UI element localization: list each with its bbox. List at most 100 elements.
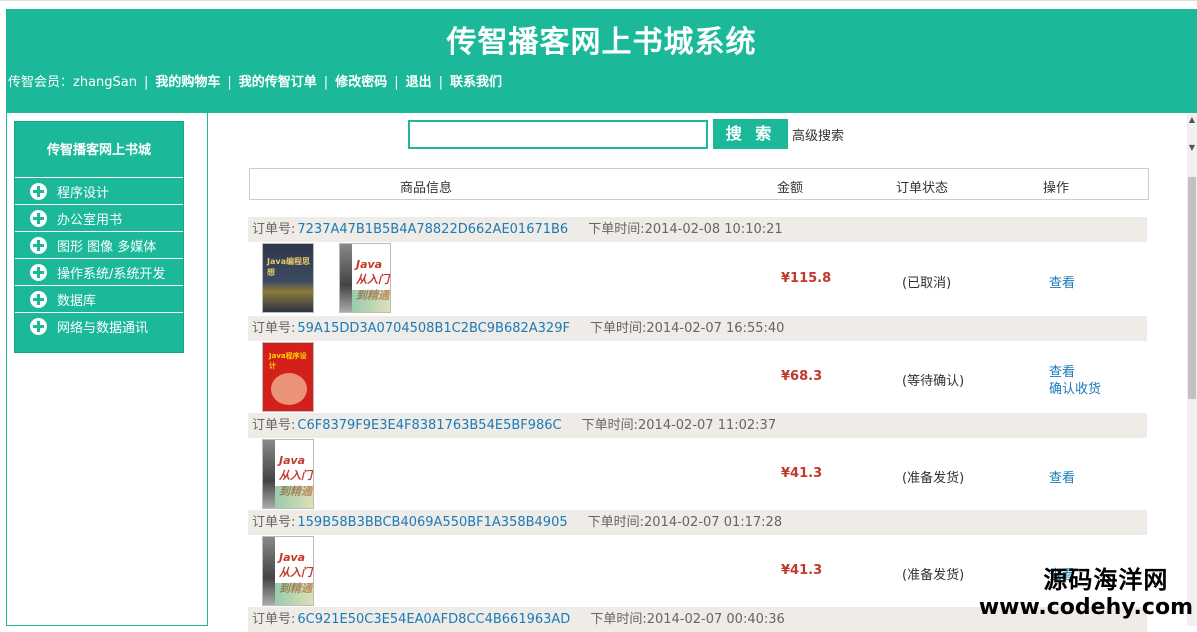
site-header: 传智播客网上书城系统 传智会员：zhangSan | 我的购物车 | 我的传智订单 | 修改… xyxy=(6,9,1197,113)
cover-art xyxy=(352,290,391,312)
book-cover[interactable]: Java编程思想 xyxy=(262,243,314,313)
advanced-search-link[interactable]: 高级搜索 xyxy=(792,125,844,144)
order-time: 2014-02-07 16:55:40 xyxy=(646,321,784,336)
category-item-office[interactable]: 办公室用书 xyxy=(15,204,183,231)
cover-stripe xyxy=(263,537,275,605)
nav-separator: | xyxy=(394,75,398,90)
category-label: 程序设计 xyxy=(57,182,109,201)
order-status: (准备发货) xyxy=(902,467,964,486)
category-label: 操作系统/系统开发 xyxy=(57,263,165,282)
nav-contact-link[interactable]: 联系我们 xyxy=(450,75,502,90)
order-time: 2014-02-08 10:10:21 xyxy=(645,222,783,237)
book-cover[interactable]: Java 从入门到精通 xyxy=(339,243,391,313)
category-menu: 传智播客网上书城 程序设计 办公室用书 图形 图像 多媒体 操作系统/系统开发 … xyxy=(14,121,184,353)
category-label: 数据库 xyxy=(57,290,96,309)
order-amount: ¥41.3 xyxy=(781,563,822,578)
vertical-scrollbar[interactable]: ▲ ▼ xyxy=(1187,113,1197,626)
order-time-label: 下单时间: xyxy=(590,321,646,336)
cover-stripe xyxy=(263,440,275,508)
nav-separator: | xyxy=(439,75,443,90)
order-header: 订单号:C6F8379F9E3E4F8381763B54E5BF986C 下单时间… xyxy=(248,413,1147,438)
order-id[interactable]: 59A15DD3A0704508B1C2BC9B682A329F xyxy=(297,321,570,336)
order-status: (已取消) xyxy=(902,272,951,291)
order-id[interactable]: 159B58B3BBCB4069A550BF1A358B4905 xyxy=(297,515,567,530)
cover-art xyxy=(275,486,314,508)
plus-icon xyxy=(30,210,47,227)
order-id[interactable]: 7237A47B1B5B4A78822D662AE01671B6 xyxy=(297,222,568,237)
member-label: 传智会员：zhangSan xyxy=(8,75,137,90)
plus-icon xyxy=(30,318,47,335)
category-menu-title: 传智播客网上书城 xyxy=(15,122,183,177)
category-item-database[interactable]: 数据库 xyxy=(15,285,183,312)
order-id-label: 订单号: xyxy=(252,418,295,433)
scroll-down-arrow-icon[interactable]: ▼ xyxy=(1187,141,1197,155)
order-id-label: 订单号: xyxy=(252,612,295,627)
category-item-programming[interactable]: 程序设计 xyxy=(15,177,183,204)
top-border xyxy=(0,0,1197,8)
site-title: 传智播客网上书城系统 xyxy=(6,17,1197,61)
category-label: 网络与数据通讯 xyxy=(57,317,148,336)
category-item-os[interactable]: 操作系统/系统开发 xyxy=(15,258,183,285)
left-sidebar: 传智播客网上书城 程序设计 办公室用书 图形 图像 多媒体 操作系统/系统开发 … xyxy=(6,113,208,626)
category-label: 图形 图像 多媒体 xyxy=(57,236,156,255)
search-button[interactable]: 搜 索 xyxy=(713,119,788,149)
header-order-status: 订单状态 xyxy=(896,177,948,196)
order-amount: ¥68.3 xyxy=(781,369,822,384)
order-id[interactable]: C6F8379F9E3E4F8381763B54E5BF986C xyxy=(297,418,561,433)
order-id[interactable]: 6C921E50C3E54EA0AFD8CC4B661963AD xyxy=(297,612,570,627)
nav-logout-link[interactable]: 退出 xyxy=(406,75,432,90)
cover-art xyxy=(275,583,314,605)
header-amount: 金额 xyxy=(777,177,803,196)
nav-orders-link[interactable]: 我的传智订单 xyxy=(239,75,317,90)
plus-icon xyxy=(30,264,47,281)
book-cover[interactable]: Java 从入门到精通 xyxy=(262,439,314,509)
order-time: 2014-02-07 01:17:28 xyxy=(644,515,782,530)
watermark-url: www.codehy.com xyxy=(979,595,1193,620)
order-time-label: 下单时间: xyxy=(588,515,644,530)
book-cover-title: Java程序设计 xyxy=(269,351,313,371)
nav-separator: | xyxy=(227,75,231,90)
order-time-label: 下单时间: xyxy=(588,222,644,237)
order-id-label: 订单号: xyxy=(252,321,295,336)
order-id-label: 订单号: xyxy=(252,222,295,237)
order-status: (等待确认) xyxy=(902,370,964,389)
plus-icon xyxy=(30,183,47,200)
confirm-receipt-link[interactable]: 确认收货 xyxy=(1049,378,1101,397)
order-time-label: 下单时间: xyxy=(590,612,646,627)
order-status: (准备发货) xyxy=(902,564,964,583)
header-product-info: 商品信息 xyxy=(400,177,452,196)
view-order-link[interactable]: 查看 xyxy=(1049,272,1075,291)
book-cover-title: Java编程思想 xyxy=(267,256,313,278)
plus-icon xyxy=(30,237,47,254)
order-time: 2014-02-07 00:40:36 xyxy=(647,612,785,627)
order-time-label: 下单时间: xyxy=(582,418,638,433)
nav-cart-link[interactable]: 我的购物车 xyxy=(155,75,220,90)
order-amount: ¥41.3 xyxy=(781,466,822,481)
order-time: 2014-02-07 11:02:37 xyxy=(638,418,776,433)
book-cover[interactable]: Java 从入门到精通 xyxy=(262,536,314,606)
search-input[interactable] xyxy=(408,120,708,149)
scroll-up-arrow-icon[interactable]: ▲ xyxy=(1187,113,1197,127)
user-nav-bar: 传智会员：zhangSan | 我的购物车 | 我的传智订单 | 修改密码 | 退出 | 联系我们 xyxy=(8,71,502,90)
watermark-name: 源码海洋网 xyxy=(1019,560,1193,595)
header-actions: 操作 xyxy=(1043,177,1069,196)
orders-table-header: 商品信息 金额 订单状态 操作 xyxy=(249,168,1149,200)
category-item-network[interactable]: 网络与数据通讯 xyxy=(15,312,183,339)
watermark: 源码海洋网 www.codehy.com xyxy=(979,560,1193,620)
order-id-label: 订单号: xyxy=(252,515,295,530)
view-order-link[interactable]: 查看 xyxy=(1049,467,1075,486)
cover-stripe xyxy=(340,244,352,312)
scroll-thumb[interactable] xyxy=(1188,177,1196,399)
order-header: 订单号:59A15DD3A0704508B1C2BC9B682A329F 下单时间… xyxy=(248,316,1147,341)
nav-change-password-link[interactable]: 修改密码 xyxy=(335,75,387,90)
cover-art xyxy=(271,373,307,405)
nav-separator: | xyxy=(144,75,148,90)
order-header: 订单号:159B58B3BBCB4069A550BF1A358B4905 下单时间… xyxy=(248,510,1147,535)
order-amount: ¥115.8 xyxy=(781,271,831,286)
plus-icon xyxy=(30,291,47,308)
category-item-graphics[interactable]: 图形 图像 多媒体 xyxy=(15,231,183,258)
nav-separator: | xyxy=(324,75,328,90)
book-cover[interactable]: Java程序设计 xyxy=(262,342,314,412)
order-header: 订单号:7237A47B1B5B4A78822D662AE01671B6 下单时间… xyxy=(248,217,1147,242)
category-label: 办公室用书 xyxy=(57,209,122,228)
